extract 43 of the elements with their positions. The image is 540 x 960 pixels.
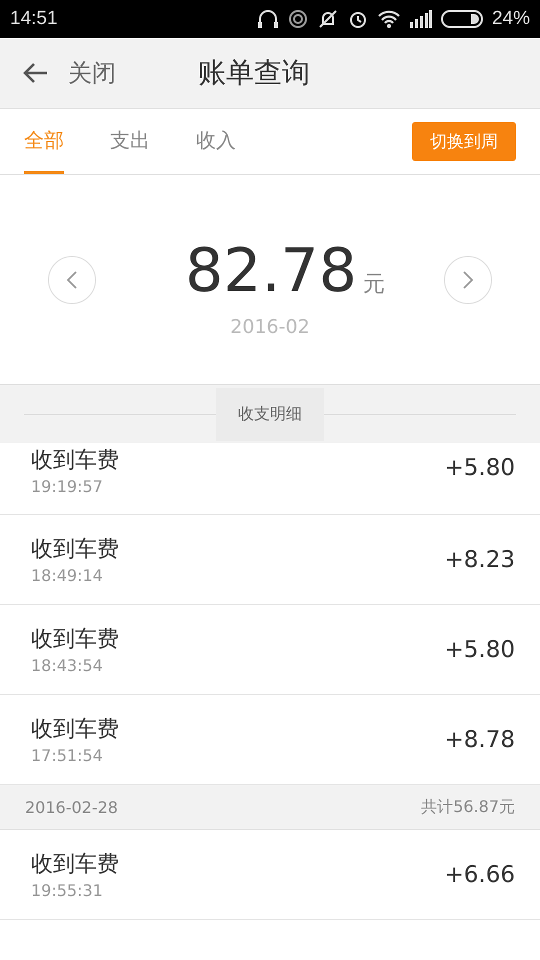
muted-bell-icon [316,9,339,29]
tab[interactable]: 收入 [196,109,236,174]
wifi-icon [376,9,401,29]
transaction-title: 收到车费 [31,851,119,879]
alarm-icon [348,9,368,29]
close-button[interactable]: 关闭 [0,57,116,89]
next-month-button[interactable] [444,256,492,304]
transaction-amount: +5.80 [444,636,515,662]
period-label: 2016-02 [230,316,310,338]
transaction-title: 收到车费 [31,716,119,744]
transaction-row[interactable]: 收到车费 18:43:54 +5.80 [0,605,540,695]
transaction-time: 19:55:31 [31,881,104,900]
page-title: 账单查询 [198,55,310,91]
headphones-icon [256,9,279,29]
transaction-amount: +6.66 [444,862,515,888]
back-arrow-icon [22,62,48,84]
transaction-title: 收到车费 [31,447,119,475]
chevron-right-icon [462,270,474,290]
battery-icon [440,10,483,28]
transaction-row[interactable]: 收到车费 18:49:14 +8.23 [0,515,540,605]
tab[interactable]: 支出 [110,109,150,174]
date-label: 2016-02-28 [25,798,118,816]
transaction-amount: +8.78 [444,726,515,752]
sync-icon [288,9,308,29]
transaction-row[interactable]: 收到车费 19:19:57 +5.80 [0,443,540,515]
previous-month-button[interactable] [48,256,96,304]
clock: 14:51 [10,8,58,30]
day-total: 共计56.87元 [421,796,515,818]
chevron-left-icon [66,270,78,290]
transaction-row[interactable]: 收到车费 19:55:31 +6.66 [0,830,540,920]
signal-icon [410,10,432,28]
currency-unit: 元 [362,270,385,298]
transaction-amount: +5.80 [444,455,515,481]
transaction-title: 收到车费 [31,626,119,654]
total-amount: 82.78 [185,236,357,306]
section-title: 收支明细 [216,388,324,440]
transaction-time: 18:43:54 [31,656,104,675]
transaction-amount: +8.23 [444,546,515,572]
transaction-title: 收到车费 [31,536,119,564]
battery-percent: 24% [492,8,530,30]
transaction-time: 18:49:14 [31,566,104,585]
transaction-time: 17:51:54 [31,746,104,765]
transaction-time: 19:19:57 [31,477,104,496]
